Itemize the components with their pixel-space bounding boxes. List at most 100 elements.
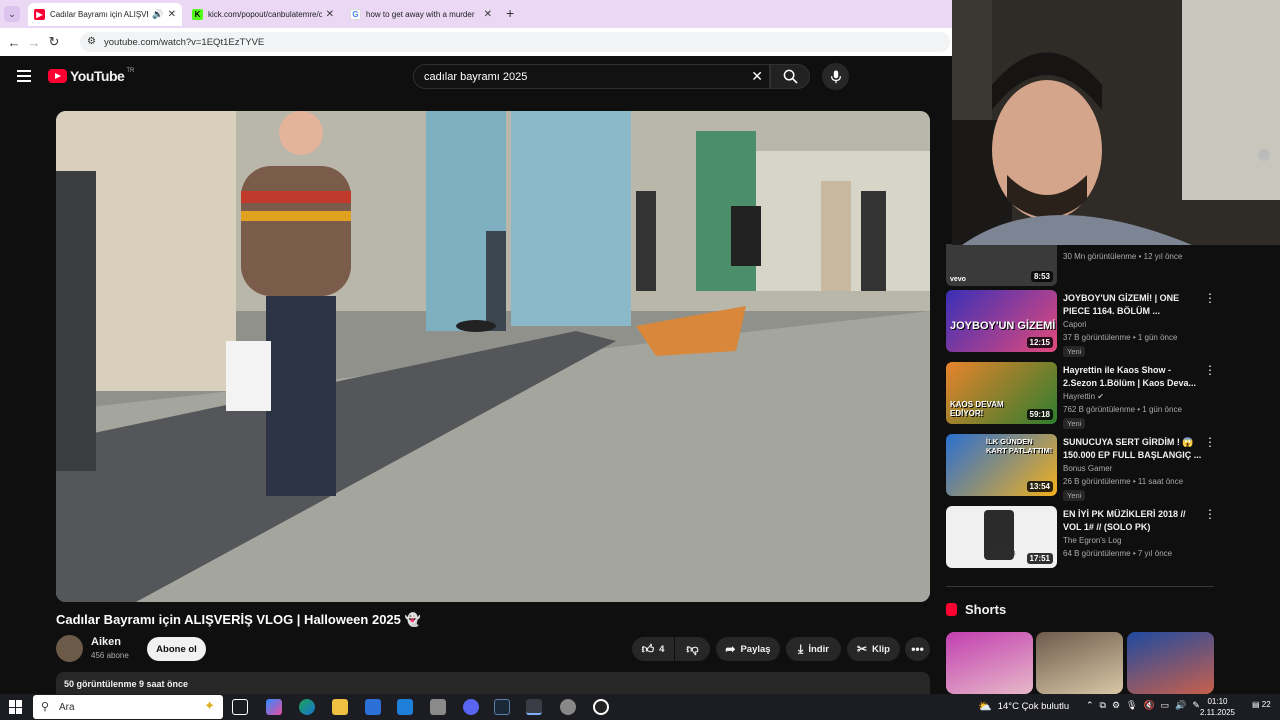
duration-badge: 59:18	[1026, 409, 1053, 420]
search-placeholder: Ara	[59, 701, 75, 713]
recommendation-item[interactable]: The 's Log 17:51 EN İYİ PK MÜZİKLERİ 201…	[946, 506, 1216, 572]
like-button[interactable]: 👍︎ 4	[632, 637, 674, 661]
webcam-image	[952, 0, 1280, 245]
browser-tab-google[interactable]: G how to get away with a murder ✕	[344, 3, 498, 26]
video-title: Hayrettin ile Kaos Show - 2.Sezon 1.Bölü…	[1063, 365, 1197, 388]
dislike-button[interactable]: 👎︎	[675, 637, 710, 661]
search-input[interactable]: cadılar bayramı 2025 ✕	[413, 64, 770, 89]
views-and-date: 50 görüntülenme 9 saat önce	[64, 679, 189, 689]
channel-name: The Egron's Log	[1063, 536, 1122, 545]
more-actions-button[interactable]: •••	[905, 637, 930, 661]
browser-tab-kick[interactable]: K kick.com/popout/canbulatemre/chat ✕	[186, 3, 340, 26]
address-bar-row: ← → ↻ ⚙ youtube.com/watch?v=1EQt1EzTYVE	[0, 28, 952, 56]
browser-tab-youtube[interactable]: ▶ Cadılar Bayramı için ALIŞVERİŞ 🔊 ✕	[28, 3, 182, 26]
more-vertical-icon[interactable]: ⋮	[1204, 508, 1216, 520]
steam-icon[interactable]	[494, 699, 510, 715]
thumbnail: JOYBOY'UN GİZEMİ 12:15	[946, 290, 1057, 352]
weather-widget[interactable]: ⛅ 14°C Çok bulutlu	[978, 700, 1069, 713]
new-badge: Yeni	[1063, 346, 1086, 357]
channel-avatar[interactable]	[56, 635, 83, 662]
taskbar-clock[interactable]: 01:10 2.11.2025	[1200, 696, 1235, 718]
new-tab-plus-icon[interactable]: +	[506, 5, 514, 21]
tab-list-chevron-icon[interactable]: ⌄	[4, 6, 20, 22]
share-button[interactable]: ➦ Paylaş	[716, 637, 780, 661]
thumbnail: vevo 8:53	[946, 244, 1057, 286]
task-view-icon[interactable]	[232, 699, 248, 715]
vevo-badge: vevo	[950, 276, 966, 283]
video-frame-image	[56, 111, 930, 602]
edge-icon[interactable]	[299, 699, 315, 715]
share-arrow-icon: ➦	[725, 642, 736, 656]
search-button[interactable]	[770, 64, 810, 89]
recommendation-item[interactable]: İLK GÜNDEN KART PATLATTIM! 13:54 SUNUCUY…	[946, 434, 1216, 501]
browser-tab-bar: ⌄ ▶ Cadılar Bayramı için ALIŞVERİŞ 🔊 ✕ K…	[0, 0, 952, 28]
discord-icon[interactable]	[463, 699, 479, 715]
share-label: Paylaş	[740, 643, 771, 655]
channel-name: Bonus Gamer	[1063, 464, 1113, 473]
back-arrow-icon[interactable]: ←	[4, 35, 24, 50]
google-favicon-icon: G	[350, 9, 361, 20]
video-player[interactable]	[56, 111, 930, 602]
more-vertical-icon[interactable]: ⋮	[1204, 292, 1216, 304]
clock-time: 01:10	[1207, 697, 1228, 706]
system-tray-icons[interactable]: ⌃⧉⚙🎙🔇▭🔊✎	[1086, 700, 1206, 711]
site-info-icon[interactable]: ⚙	[87, 36, 96, 47]
windows-start-icon[interactable]	[9, 700, 23, 714]
youtube-favicon-icon: ▶	[34, 9, 45, 20]
file-explorer-icon[interactable]	[332, 699, 348, 715]
clock-date: 2.11.2025	[1200, 708, 1235, 717]
shorts-heading: Shorts	[946, 602, 1006, 617]
clear-search-icon[interactable]: ✕	[751, 68, 763, 85]
description-box[interactable]: 50 görüntülenme 9 saat önce	[56, 672, 930, 694]
app-icon[interactable]	[560, 699, 576, 715]
video-title: Cadılar Bayramı için ALIŞVERİŞ VLOG | Ha…	[56, 612, 421, 627]
store-icon[interactable]	[365, 699, 381, 715]
mail-icon[interactable]	[397, 699, 413, 715]
obs-icon[interactable]	[593, 699, 609, 715]
download-button[interactable]: ⤓ İndir	[786, 637, 841, 661]
channel-name: Hayrettin ✔	[1063, 392, 1104, 401]
notification-center[interactable]: ▤ 22	[1252, 700, 1271, 709]
close-tab-icon[interactable]: ✕	[168, 9, 176, 20]
download-label: İndir	[808, 643, 829, 655]
clip-button[interactable]: ✂ Klip	[847, 637, 900, 661]
hamburger-menu-icon[interactable]	[17, 70, 31, 82]
search-value: cadılar bayramı 2025	[424, 70, 528, 83]
photos-icon[interactable]	[430, 699, 446, 715]
more-vertical-icon[interactable]: ⋮	[1204, 436, 1216, 448]
tab-title: how to get away with a murder	[366, 10, 475, 19]
duration-badge: 8:53	[1030, 271, 1053, 282]
short-thumbnail[interactable]	[1127, 632, 1214, 694]
voice-search-button[interactable]	[822, 63, 849, 90]
chrome-icon[interactable]	[526, 699, 542, 715]
short-thumbnail[interactable]	[1036, 632, 1123, 694]
microphone-icon	[830, 69, 841, 83]
close-tab-icon[interactable]: ✕	[326, 9, 334, 20]
close-tab-icon[interactable]: ✕	[484, 9, 492, 20]
search-highlight-icon: ✦	[204, 698, 215, 713]
speaker-icon[interactable]: 🔊	[152, 9, 163, 20]
thumbnail: The 's Log 17:51	[946, 506, 1057, 568]
notification-icon: ▤	[1252, 700, 1260, 709]
copilot-icon[interactable]	[266, 699, 282, 715]
duration-badge: 13:54	[1026, 481, 1053, 492]
scissors-icon: ✂	[856, 642, 868, 656]
more-vertical-icon[interactable]: ⋮	[1204, 364, 1216, 376]
short-thumbnail[interactable]	[946, 632, 1033, 694]
thumbnail-text: İLK GÜNDEN KART PATLATTIM!	[986, 437, 1053, 455]
windows-taskbar: ⚲ Ara ✦ ⛅ 14°C Çok bulutlu ⌃⧉⚙🎙🔇▭🔊✎ 01:1…	[0, 694, 1280, 720]
subscribe-button[interactable]: Abone ol	[147, 637, 206, 661]
recommendation-item[interactable]: JOYBOY'UN GİZEMİ 12:15 JOYBOY'UN GİZEMİ!…	[946, 290, 1216, 357]
forward-arrow-icon[interactable]: →	[24, 35, 44, 50]
taskbar-search-input[interactable]: ⚲ Ara ✦	[33, 695, 223, 719]
tab-title: kick.com/popout/canbulatemre/chat	[208, 10, 322, 19]
youtube-logo[interactable]: YouTube TR	[48, 68, 134, 84]
recommendation-item[interactable]: KAOS DEVAM EDİYOR! 59:18 Hayrettin ile K…	[946, 362, 1216, 429]
recommendation-partial[interactable]: vevo 8:53 30 Mn görüntülenme • 12 yıl ön…	[946, 244, 1216, 286]
url-field[interactable]: ⚙ youtube.com/watch?v=1EQt1EzTYVE	[80, 32, 950, 52]
channel-name: Capori	[1063, 320, 1087, 329]
channel-name[interactable]: Aiken	[91, 636, 121, 648]
video-meta: 64 B görüntülenme • 7 yıl önce	[1063, 549, 1173, 558]
search-icon: ⚲	[41, 701, 50, 713]
reload-icon[interactable]: ↻	[44, 34, 64, 50]
